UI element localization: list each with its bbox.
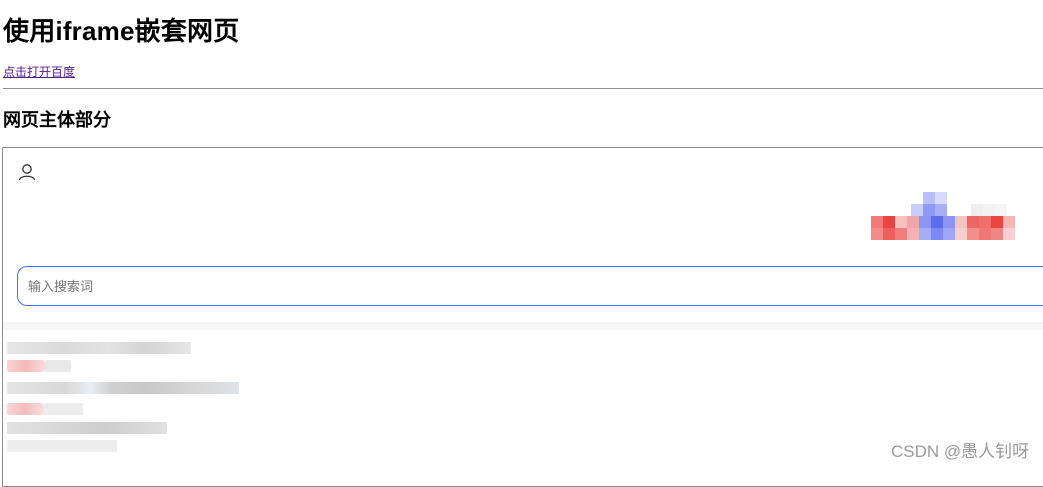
list-item[interactable]: [45, 360, 71, 372]
search-input[interactable]: [28, 276, 928, 296]
list-item[interactable]: [7, 360, 45, 372]
baidu-logo: [871, 192, 1015, 240]
list-item[interactable]: [7, 382, 239, 394]
list-item[interactable]: [7, 422, 167, 434]
list-item[interactable]: [7, 440, 117, 452]
list-item[interactable]: [7, 342, 191, 354]
list-item[interactable]: [43, 403, 83, 415]
divider: [3, 88, 1043, 89]
watermark: CSDN @愚人钊呀: [891, 442, 1030, 461]
user-icon[interactable]: [17, 162, 37, 182]
open-baidu-link[interactable]: 点击打开百度: [3, 64, 75, 80]
search-box[interactable]: [17, 266, 1043, 306]
section-separator: [3, 322, 1043, 330]
embedded-iframe[interactable]: [2, 147, 1043, 487]
list-item[interactable]: [7, 403, 43, 415]
section-title: 网页主体部分: [3, 110, 111, 130]
page-title: 使用iframe嵌套网页: [3, 16, 240, 46]
